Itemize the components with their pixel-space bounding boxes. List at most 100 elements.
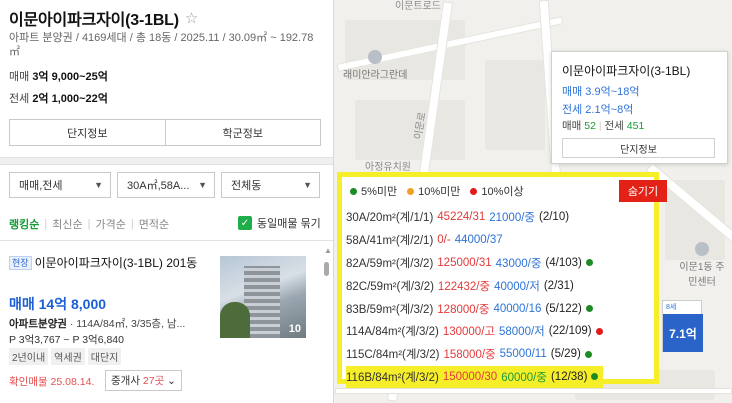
row-sale: 125000/31: [437, 256, 492, 269]
row-count: (22/109): [548, 325, 592, 338]
sort-latest[interactable]: 최신순: [52, 216, 82, 232]
row-sale: 0/-: [437, 234, 451, 247]
row-rent: 55000/11: [499, 348, 547, 361]
list-divider: [0, 240, 333, 241]
popup-rent-count-label: 전세: [604, 120, 627, 132]
poi-label: 이문1동 주민센터: [679, 262, 725, 288]
legend-item: 10%미만: [407, 183, 460, 199]
listing-detail-text: · 114A/84㎡, 3/35층, 남...: [66, 318, 186, 330]
favorite-star-icon[interactable]: ☆: [185, 9, 198, 27]
left-panel: 이문아이파크자이(3-1BL) ☆ 아파트 분양권 / 4169세대 / 총 1…: [0, 0, 334, 403]
status-dot-icon: [585, 259, 593, 267]
rent-label: 전세: [9, 93, 30, 105]
table-row[interactable]: 82C/59m²(계/3/2) 122432/중 40000/저 (2/31): [346, 274, 603, 297]
map-poi: 이문1동 주민센터: [675, 242, 729, 288]
legend-item: 5%미만: [350, 183, 397, 199]
row-sale: 158000/중: [443, 349, 496, 362]
poi-icon: [368, 50, 383, 64]
table-row[interactable]: 116B/84m²(계/3/2) 150000/30 60000/중 (12/38): [346, 365, 603, 389]
sort-separator: |: [44, 218, 48, 230]
popup-rent: 전세 2.1억~8억: [562, 104, 634, 116]
map-label: 이문트로드: [395, 1, 441, 12]
scroll-up-icon[interactable]: ▲: [324, 246, 332, 255]
legend-dot-green-icon: [350, 187, 357, 195]
rent-value: 2억 1,000~22억: [32, 93, 108, 105]
broker-label: 중개사: [111, 375, 143, 387]
sale-label: 매매: [9, 71, 30, 83]
status-dot-icon: [584, 350, 592, 358]
complex-popup[interactable]: 이문아이파크자이(3-1BL) 매매 3.9억~18억 전세 2.1억~8억 매…: [551, 51, 728, 164]
map-road: [335, 388, 732, 394]
chevron-down-icon: ▼: [303, 180, 312, 190]
row-type: 116B/84m²(계/3/2): [346, 371, 439, 384]
row-type: 114A/84m²(계/3/2): [346, 326, 439, 339]
confirmed-date: 확인매물 25.08.14.: [9, 376, 95, 388]
overlay-rows: 30A/20m²(계/1/1) 45224/31 21000/중 (2/10) 58A/…: [346, 206, 603, 389]
row-type: 58A/41m²(계/2/1): [346, 235, 434, 248]
hide-button[interactable]: 숨기기: [619, 180, 667, 202]
popup-complex-info-button[interactable]: 단지정보: [562, 138, 715, 158]
broker-count: 27곳: [142, 375, 165, 387]
school-info-button[interactable]: 학군정보: [164, 120, 320, 145]
title-row: 이문아이파크자이(3-1BL) ☆: [9, 6, 198, 30]
row-rent: 60000/중: [501, 371, 547, 384]
listing-title: 현장 이문아이파크자이(3-1BL) 201동: [9, 255, 215, 271]
row-rent: 21000/중: [489, 212, 536, 225]
page-title: 이문아이파크자이(3-1BL): [9, 12, 179, 29]
row-sale: 128000/중: [437, 303, 490, 316]
legend-label: 10%미만: [418, 186, 461, 198]
area-select[interactable]: 30A㎡,58A... ▼: [117, 172, 215, 198]
map-label: 아정유치원: [365, 162, 411, 173]
map-poi: 래미안라그란데: [343, 50, 407, 81]
complex-info: 아파트 분양권 / 4169세대 / 총 18동 / 2025.11 / 30.…: [9, 32, 314, 58]
popup-sale-count-label: 매매: [562, 120, 585, 132]
legend-item: 10%이상: [470, 183, 524, 199]
row-sale: 130000/고: [442, 326, 495, 339]
tag: 대단지: [87, 348, 122, 365]
building-value: 전체동: [231, 180, 262, 192]
row-type: 82C/59m²(계/3/2): [346, 280, 434, 293]
marker-top: 8세: [666, 304, 677, 311]
table-row[interactable]: 115C/84m²(계/3/2) 158000/중 55000/11 (5/29): [346, 343, 603, 366]
row-rent: 40000/저: [494, 280, 540, 293]
table-row[interactable]: 58A/41m²(계/2/1) 0/- 44000/37: [346, 229, 603, 252]
sort-row: 랭킹순 | 최신순 | 가격순 | 면적순: [9, 216, 169, 232]
row-sale: 45224/31: [437, 211, 486, 224]
listing-price: 매매 14억 8,000: [9, 296, 107, 312]
listing-tags: 2년이내 역세권 대단지: [9, 348, 122, 365]
tag: 역세권: [51, 348, 85, 365]
table-row[interactable]: 83B/59m²(계/3/2) 128000/중 40000/16 (5/122): [346, 297, 603, 320]
building-select[interactable]: 전체동 ▼: [221, 172, 320, 198]
poi-icon: [695, 242, 709, 256]
popup-rent-count: 451: [626, 120, 645, 132]
listing-photo[interactable]: 10: [220, 256, 306, 338]
listing-badge: 현장: [9, 256, 32, 270]
sort-ranking[interactable]: 랭킹순: [9, 216, 39, 232]
table-row[interactable]: 30A/20m²(계/1/1) 45224/31 21000/중 (2/10): [346, 206, 603, 229]
table-row[interactable]: 82A/59m²(계/3/2) 125000/31 43000/중 (4/103): [346, 252, 603, 275]
popup-title: 이문아이파크자이(3-1BL): [562, 64, 691, 78]
row-rent: 40000/16: [493, 302, 542, 315]
group-duplicates-toggle[interactable]: ✓ 동일매물 묶기: [238, 215, 321, 231]
separator: |: [598, 120, 602, 132]
broker-dropdown[interactable]: 중개사 27곳 ⌄: [105, 370, 182, 391]
row-rent: 44000/37: [454, 234, 503, 247]
row-count: (12/38): [550, 370, 588, 383]
row-sale: 150000/30: [442, 370, 498, 383]
scrollbar-thumb[interactable]: [324, 262, 329, 276]
sort-area[interactable]: 면적순: [139, 216, 169, 232]
sort-separator: |: [130, 218, 134, 230]
complex-info-button[interactable]: 단지정보: [10, 120, 165, 145]
legend-dot-orange-icon: [407, 187, 415, 195]
map-block: [485, 60, 545, 150]
area-value: 30A㎡,58A...: [127, 180, 190, 192]
group-duplicates-label: 동일매물 묶기: [257, 218, 321, 230]
sort-price[interactable]: 가격순: [95, 216, 125, 232]
deal-type-select[interactable]: 매매,전세 ▼: [9, 172, 111, 198]
sale-price-line: 매매 3억 9,000~25억: [9, 68, 108, 84]
table-row[interactable]: 114A/84m²(계/3/2) 130000/고 58000/저 (22/109): [346, 320, 603, 343]
info-buttons: 단지정보 학군정보: [9, 119, 321, 146]
tag: 2년이내: [9, 348, 49, 365]
checkbox-checked-icon[interactable]: ✓: [238, 216, 252, 230]
price-marker[interactable]: 8세 7.1억: [662, 300, 703, 352]
